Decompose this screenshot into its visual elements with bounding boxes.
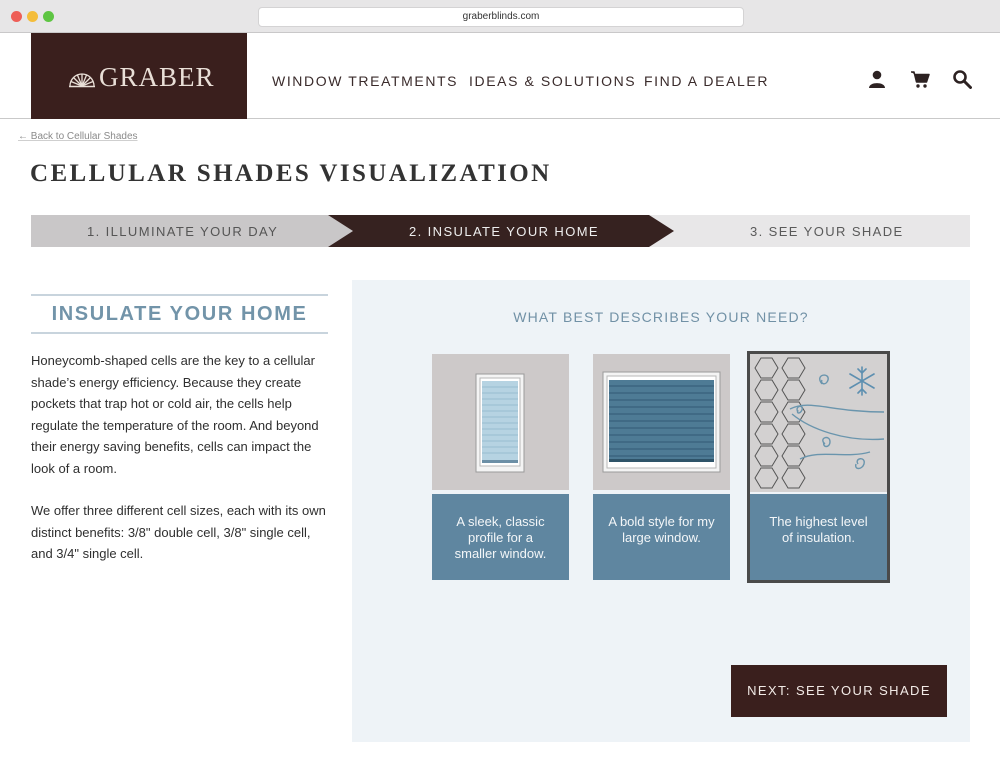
site-header: GRABER WINDOW TREATMENTS IDEAS & SOLUTIO… [0,33,1000,119]
intro-paragraph: Honeycomb-shaped cells are the key to a … [31,353,319,476]
option-card-small-window[interactable]: A sleek, classic profile for a smaller w… [432,354,569,580]
question-panel: WHAT BEST DESCRIBES YOUR NEED? A sleek, … [352,280,970,742]
section-heading: INSULATE YOUR HOME [51,303,308,325]
small-window-illustration [432,354,569,490]
option-caption: A bold style for my large window. [593,494,730,580]
close-window-button[interactable] [11,11,22,22]
step-see-your-shade[interactable]: 3. SEE YOUR SHADE [750,224,904,239]
wide-shade-icon [602,371,721,473]
narrow-shade-icon [475,373,525,473]
step-illuminate[interactable]: 1. ILLUMINATE YOUR DAY [87,224,278,239]
nav-window-treatments[interactable]: WINDOW TREATMENTS [272,73,458,89]
step-insulate[interactable]: 2. INSULATE YOUR HOME [409,224,599,239]
question-heading: WHAT BEST DESCRIBES YOUR NEED? [513,309,809,325]
page-title: CELLULAR SHADES VISUALIZATION [30,160,552,187]
nav-find-a-dealer[interactable]: FIND A DEALER [644,73,769,89]
graber-logo[interactable]: GRABER [31,33,247,119]
snowflake-icon [849,366,875,396]
address-bar[interactable]: graberblinds.com [258,7,744,27]
brand-name: GRABER [99,62,215,92]
large-window-illustration [593,354,730,490]
maximize-window-button[interactable] [43,11,54,22]
insulation-illustration [750,354,887,492]
next-see-your-shade-button[interactable]: NEXT: SEE YOUR SHADE [731,665,947,717]
progress-steps: 1. ILLUMINATE YOUR DAY 2. INSULATE YOUR … [31,215,970,247]
heading-rule-bottom [31,332,328,334]
sunburst-logo-icon [69,73,95,88]
option-caption: A sleek, classic profile for a smaller w… [432,494,569,580]
nav-ideas-solutions[interactable]: IDEAS & SOLUTIONS [469,73,636,89]
option-card-insulation[interactable]: The highest level of insulation. [747,351,890,583]
minimize-window-button[interactable] [27,11,38,22]
cart-icon[interactable] [910,69,930,89]
option-card-large-window[interactable]: A bold style for my large window. [593,354,730,580]
option-caption: The highest level of insulation. [750,494,887,580]
search-icon[interactable] [952,69,972,89]
cell-sizes-paragraph: We offer three different cell sizes, eac… [31,503,326,561]
honeycomb-insulation-icon [754,357,885,489]
user-icon[interactable] [867,69,887,89]
heading-rule-top [31,294,328,296]
browser-chrome: graberblinds.com [0,0,1000,33]
back-link[interactable]: ← Back to Cellular Shades [18,131,138,142]
